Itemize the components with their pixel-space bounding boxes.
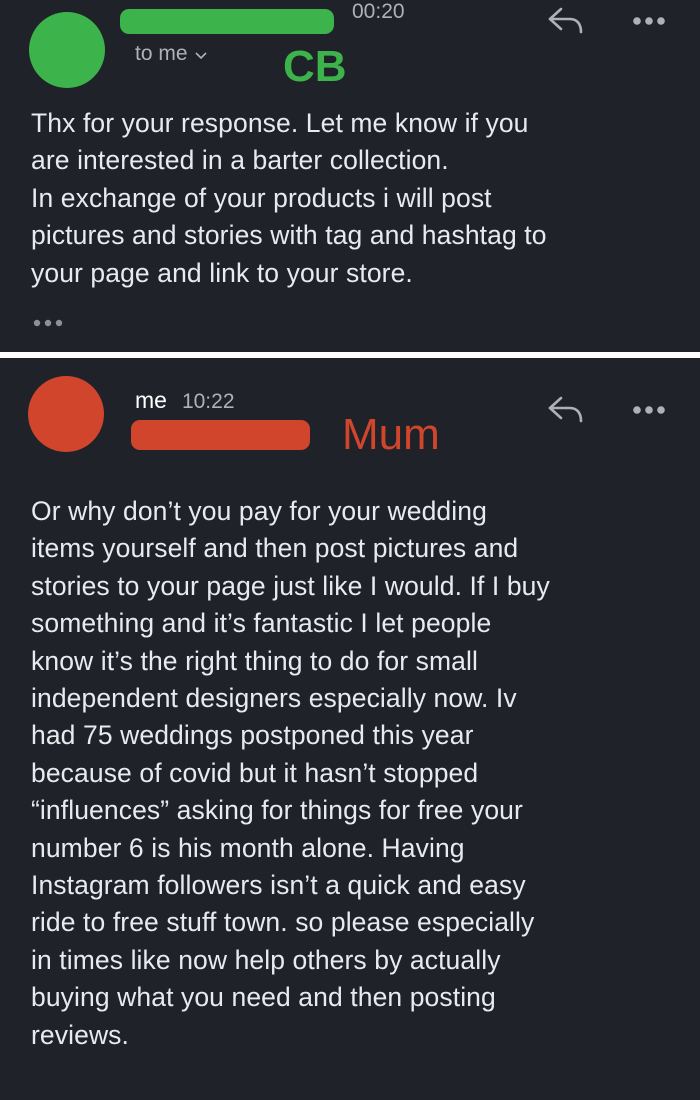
message-body: Thx for your response. Let me know if yo… xyxy=(31,105,547,292)
recipient-label: to me xyxy=(135,42,188,65)
ellipsis-icon[interactable] xyxy=(33,318,67,328)
body-line: “influences” asking for things for free … xyxy=(31,795,523,826)
body-line: because of covid but it hasn’t stopped xyxy=(31,757,479,788)
reply-icon[interactable] xyxy=(546,393,586,425)
annotation-label: Mum xyxy=(342,410,440,459)
message-body: Or why don’t you pay for your wedding it… xyxy=(31,493,550,1054)
body-line: Instagram followers isn’t a quick and ea… xyxy=(31,870,526,901)
sender-name: me xyxy=(135,387,167,413)
body-line: In exchange of your products i will post xyxy=(31,182,492,213)
body-line: Thx for your response. Let me know if yo… xyxy=(31,108,529,138)
redacted-sender-name xyxy=(120,9,334,34)
redacted-recipient-name xyxy=(131,420,310,450)
body-line: items yourself and then post pictures an… xyxy=(31,533,519,564)
body-line: know it’s the right thing to do for smal… xyxy=(31,645,478,676)
body-line: reviews. xyxy=(31,1019,129,1050)
body-line: something and it’s fantastic I let peopl… xyxy=(31,608,492,639)
email-message-2: me 10:22 Mum Or why don’t you pay for yo… xyxy=(0,358,700,1100)
body-line: in times like now help others by actuall… xyxy=(31,944,501,975)
body-line: pictures and stories with tag and hashta… xyxy=(31,220,547,251)
body-line: ride to free stuff town. so please espec… xyxy=(31,907,535,938)
annotation-label: CB xyxy=(283,42,347,91)
reply-icon[interactable] xyxy=(546,4,586,36)
message-time: 10:22 xyxy=(181,390,235,413)
message-time: 00:20 xyxy=(352,0,405,23)
body-line: independent designers especially now. Iv xyxy=(31,683,517,714)
more-icon[interactable] xyxy=(632,405,666,415)
sender-line: me 10:22 xyxy=(135,387,235,414)
sender-avatar[interactable] xyxy=(29,12,105,88)
more-icon[interactable] xyxy=(632,16,666,26)
chevron-down-icon xyxy=(194,51,207,59)
body-line: stories to your page just like I would. … xyxy=(31,570,550,601)
body-line: your page and link to your store. xyxy=(31,257,413,288)
body-line: had 75 weddings postponed this year xyxy=(31,720,474,751)
recipient-dropdown[interactable]: to me xyxy=(135,42,207,66)
body-line: number 6 is his month alone. Having xyxy=(31,832,465,863)
body-line: Or why don’t you pay for your wedding xyxy=(31,496,487,526)
body-line: are interested in a barter collection. xyxy=(31,145,449,176)
email-message-1: 00:20 to me CB Thx for your response. Le… xyxy=(0,0,700,352)
body-line: buying what you need and then posting xyxy=(31,982,496,1013)
sender-avatar[interactable] xyxy=(28,376,104,452)
